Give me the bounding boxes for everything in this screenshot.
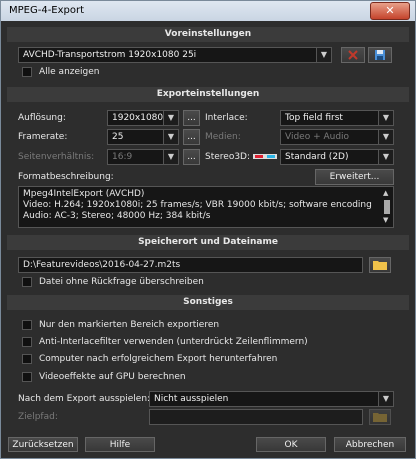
- close-icon: ✕: [385, 4, 395, 17]
- export-dialog: MPEG-4-Export ✕ Voreinstellungen AVCHD-T…: [0, 0, 416, 459]
- reset-button[interactable]: Zurücksetzen: [8, 437, 78, 452]
- file-path-value: D:\Featurevideos\2016-04-27.m2ts: [23, 260, 181, 270]
- chevron-down-icon: ▼: [378, 130, 393, 144]
- close-button[interactable]: ✕: [370, 2, 410, 20]
- folder-icon: [373, 413, 387, 422]
- scroll-down-icon[interactable]: ▼: [383, 216, 388, 224]
- window-title: MPEG-4-Export: [9, 5, 85, 16]
- interlace-label: Interlace:: [205, 113, 248, 123]
- chevron-down-icon: ▼: [163, 130, 178, 144]
- media-value: Video + Audio: [285, 132, 350, 142]
- aspect-select[interactable]: 16:9 ▼: [107, 149, 179, 165]
- 3d-glasses-icon: [253, 154, 277, 159]
- media-select[interactable]: Video + Audio ▼: [280, 129, 394, 145]
- scrollbar[interactable]: ▲ ▼: [383, 189, 391, 225]
- after-export-value: Nicht ausspielen: [154, 394, 229, 404]
- format-description-label: Formatbeschreibung:: [18, 172, 114, 182]
- option-checkbox[interactable]: [22, 337, 32, 347]
- framerate-more-button[interactable]: ...: [183, 129, 200, 145]
- delete-icon: [348, 50, 358, 60]
- browse-folder-button[interactable]: [369, 257, 391, 273]
- ok-button[interactable]: OK: [256, 437, 326, 452]
- format-description-box: Mpeg4IntelExport (AVCHD) Video: H.264; 1…: [18, 186, 394, 228]
- chevron-down-icon: ▼: [378, 150, 393, 164]
- option-label: Videoeffekte auf GPU berechnen: [39, 372, 186, 382]
- title-bar: MPEG-4-Export ✕: [1, 1, 415, 21]
- option-label: Nur den markierten Bereich exportieren: [39, 320, 220, 330]
- aspect-value: 16:9: [112, 152, 133, 162]
- stereo3d-label: Stereo3D:: [205, 152, 251, 162]
- chevron-down-icon: ▼: [378, 392, 393, 406]
- section-header-presets: Voreinstellungen: [7, 27, 409, 42]
- resolution-select[interactable]: 1920x1080 ▼: [107, 110, 179, 126]
- resolution-value: 1920x1080: [112, 113, 164, 123]
- advanced-button[interactable]: Erweitert...: [315, 169, 394, 185]
- help-button[interactable]: Hilfe: [85, 437, 155, 452]
- scroll-up-icon[interactable]: ▲: [383, 189, 388, 197]
- option-label: Anti-Interlacefilter verwenden (unterdrü…: [39, 337, 308, 347]
- format-desc-line: Mpeg4IntelExport (AVCHD): [23, 189, 145, 199]
- option-checkbox[interactable]: [22, 320, 32, 330]
- browse-target-button[interactable]: [369, 409, 391, 425]
- delete-preset-button[interactable]: [341, 47, 365, 63]
- aspect-more-button[interactable]: ...: [183, 149, 200, 165]
- option-label: Computer nach erfolgreichem Export herun…: [39, 354, 278, 364]
- target-path-field[interactable]: [149, 409, 363, 425]
- media-label: Medien:: [205, 132, 241, 142]
- save-preset-button[interactable]: [368, 47, 392, 63]
- chevron-down-icon: ▼: [163, 111, 178, 125]
- preset-select-value: AVCHD-Transportstrom 1920x1080 25i: [23, 50, 197, 60]
- interlace-select[interactable]: Top field first ▼: [280, 110, 394, 126]
- section-header-location: Speicherort und Dateiname: [7, 235, 409, 250]
- resolution-label: Auflösung:: [18, 113, 66, 123]
- format-desc-line: Video: H.264; 1920x1080i; 25 frames/s; V…: [23, 200, 372, 210]
- resolution-more-button[interactable]: ...: [183, 110, 200, 126]
- framerate-label: Framerate:: [18, 132, 68, 142]
- stereo3d-value: Standard (2D): [285, 152, 349, 162]
- framerate-value: 25: [112, 132, 124, 142]
- overwrite-checkbox[interactable]: [22, 277, 32, 287]
- overwrite-label: Datei ohne Rückfrage überschreiben: [39, 277, 204, 287]
- section-header-export: Exporteinstellungen: [7, 87, 409, 102]
- chevron-down-icon: ▼: [163, 150, 178, 164]
- format-desc-line: Audio: AC-3; Stereo; 48000 Hz; 384 kbit/…: [23, 211, 211, 221]
- section-header-misc: Sonstiges: [7, 295, 409, 310]
- stereo3d-select[interactable]: Standard (2D) ▼: [280, 149, 394, 165]
- scroll-thumb[interactable]: [384, 200, 390, 214]
- option-checkbox[interactable]: [22, 354, 32, 364]
- show-all-label: Alle anzeigen: [39, 67, 100, 77]
- preset-select[interactable]: AVCHD-Transportstrom 1920x1080 25i ▼: [18, 47, 332, 63]
- chevron-down-icon: ▼: [378, 111, 393, 125]
- framerate-select[interactable]: 25 ▼: [107, 129, 179, 145]
- interlace-value: Top field first: [285, 113, 343, 123]
- aspect-label: Seitenverhältnis:: [18, 152, 95, 162]
- save-icon: [375, 50, 385, 60]
- folder-icon: [373, 261, 387, 270]
- show-all-checkbox[interactable]: [22, 67, 32, 77]
- file-path-field[interactable]: D:\Featurevideos\2016-04-27.m2ts: [18, 257, 363, 273]
- after-export-label: Nach dem Export ausspielen:: [18, 394, 151, 404]
- option-checkbox[interactable]: [22, 372, 32, 382]
- after-export-select[interactable]: Nicht ausspielen ▼: [149, 391, 394, 407]
- chevron-down-icon: ▼: [316, 48, 331, 62]
- cancel-button[interactable]: Abbrechen: [334, 437, 406, 452]
- target-path-label: Zielpfad:: [18, 412, 58, 422]
